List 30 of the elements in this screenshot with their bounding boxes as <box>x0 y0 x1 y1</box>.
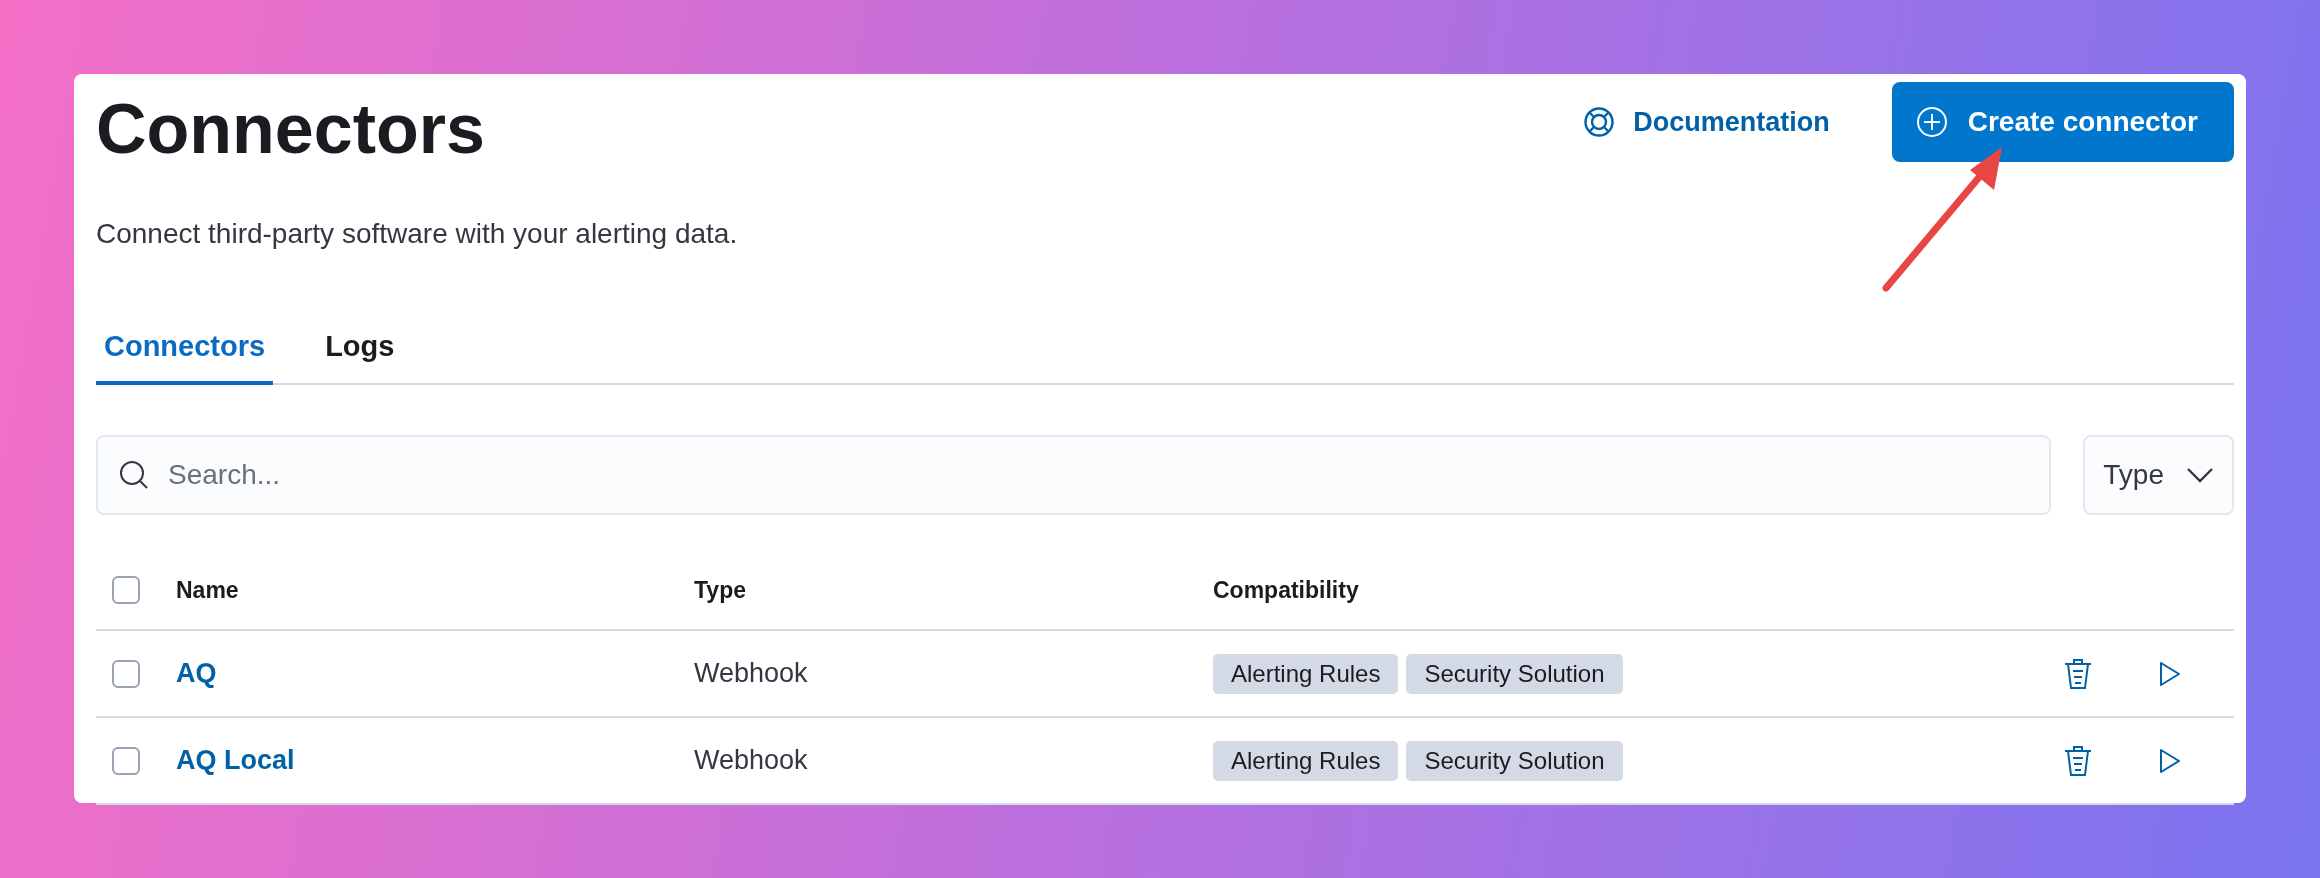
connector-name-link[interactable]: AQ <box>176 658 217 688</box>
search-icon <box>118 459 150 491</box>
search-field[interactable]: Search... <box>96 435 2052 515</box>
row-checkbox[interactable] <box>112 659 140 688</box>
column-header[interactable]: Type <box>694 576 746 603</box>
play-icon[interactable] <box>2158 746 2182 775</box>
trash-icon[interactable] <box>2063 744 2093 777</box>
tab[interactable]: Logs <box>317 316 403 385</box>
connector-type: Webhook <box>694 745 808 775</box>
column-header[interactable]: Name <box>176 576 239 603</box>
page-description: Connect third-party software with your alerting data. <box>96 218 739 250</box>
compatibility-badge: Security Solution <box>1406 740 1623 781</box>
compatibility-badge: Security Solution <box>1406 653 1623 694</box>
tab[interactable]: Connectors <box>96 316 274 385</box>
column-header[interactable]: Compatibility <box>1213 576 1359 603</box>
play-icon[interactable] <box>2158 659 2182 688</box>
chevron-down-icon <box>2186 467 2214 483</box>
trash-icon[interactable] <box>2063 657 2093 690</box>
select-all-checkbox[interactable] <box>112 576 140 604</box>
type-filter-dropdown[interactable]: Type <box>2083 435 2234 515</box>
compatibility-badge: Alerting Rules <box>1213 740 1399 781</box>
create-connector-button[interactable]: Create connector <box>1891 82 2234 162</box>
row-checkbox[interactable] <box>112 746 140 775</box>
documentation-link[interactable]: Documentation <box>1583 106 1830 138</box>
connector-name-link[interactable]: AQ Local <box>176 745 295 775</box>
page-title: Connectors <box>96 94 485 164</box>
lifebuoy-icon <box>1583 106 1616 138</box>
plus-circle-icon <box>1915 106 1948 138</box>
connector-type: Webhook <box>694 658 808 688</box>
compatibility-badge: Alerting Rules <box>1213 653 1399 694</box>
